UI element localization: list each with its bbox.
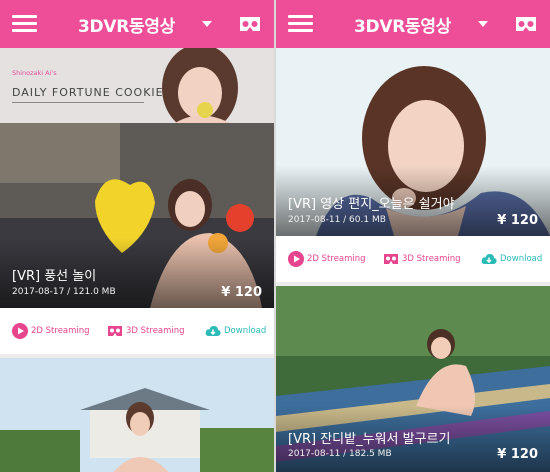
caret-down-icon[interactable] <box>202 21 212 27</box>
video-price: ¥ 120 <box>497 213 538 228</box>
top-bar: 3DVR동영상 <box>276 0 550 48</box>
vr-headset-icon[interactable] <box>514 14 538 34</box>
video-price: ¥ 120 <box>221 285 262 300</box>
banner-divider <box>12 102 144 103</box>
video-meta: 2017-08-17 / 121.0 MB <box>12 287 116 297</box>
video-meta: 2017-08-11 / 182.5 MB <box>288 449 392 459</box>
video-meta: 2017-08-11 / 60.1 MB <box>288 215 386 225</box>
3d-streaming-label: 3D Streaming <box>126 326 185 336</box>
3d-streaming-button[interactable]: 3D Streaming <box>107 321 185 341</box>
house-photo <box>0 358 274 472</box>
app-title-dropdown[interactable]: 3DVR동영상 <box>354 12 451 37</box>
vr-headset-icon <box>108 326 122 336</box>
top-bar: 3DVR동영상 <box>0 0 274 48</box>
download-label: Download <box>224 326 267 336</box>
download-label: Download <box>500 254 543 264</box>
video-actions: 2D Streaming 3D Streaming Download <box>0 308 274 354</box>
app-title-dropdown[interactable]: 3DVR동영상 <box>78 12 175 37</box>
cloud-download-icon <box>205 325 221 336</box>
right-screen: 3DVR동영상 [VR] 영상 편지_오늘은 쉴거야 2017-08-11 / … <box>276 0 550 472</box>
download-button[interactable]: Download <box>205 321 266 341</box>
2d-streaming-label: 2D Streaming <box>31 326 90 336</box>
promo-banner[interactable]: Shinozaki Ai's DAILY FORTUNE COOKIE <box>0 48 274 123</box>
vr-headset-icon[interactable] <box>238 14 262 34</box>
video-thumbnail[interactable]: [VR] 풍선 놀이 2017-08-17 / 121.0 MB ¥ 120 <box>0 123 274 308</box>
banner-subtitle: Shinozaki Ai's <box>12 69 57 77</box>
banner-title: DAILY FORTUNE COOKIE <box>12 86 164 99</box>
2d-streaming-label: 2D Streaming <box>307 254 366 264</box>
vr-headset-icon <box>384 254 398 264</box>
video-thumbnail-next[interactable] <box>0 354 274 472</box>
left-screen: 3DVR동영상 Shinozaki Ai's DAILY FORTUNE COO… <box>0 0 274 472</box>
video-price: ¥ 120 <box>497 447 538 462</box>
3d-streaming-button[interactable]: 3D Streaming <box>383 249 461 269</box>
2d-streaming-button[interactable]: 2D Streaming <box>288 249 366 269</box>
2d-streaming-button[interactable]: 2D Streaming <box>12 321 90 341</box>
play-circle-icon <box>12 323 28 339</box>
video-actions: 2D Streaming 3D Streaming Download <box>276 236 550 282</box>
video-title: [VR] 잔디밭_누워서 발구르기 <box>288 432 451 447</box>
video-thumbnail[interactable]: [VR] 영상 편지_오늘은 쉴거야 2017-08-11 / 60.1 MB … <box>276 48 550 236</box>
cloud-download-icon <box>481 253 497 264</box>
hamburger-menu-icon[interactable] <box>288 15 313 33</box>
app-screens: 3DVR동영상 Shinozaki Ai's DAILY FORTUNE COO… <box>0 0 550 472</box>
play-circle-icon <box>288 251 304 267</box>
hamburger-menu-icon[interactable] <box>12 15 37 33</box>
3d-streaming-label: 3D Streaming <box>402 254 461 264</box>
video-title: [VR] 영상 편지_오늘은 쉴거야 <box>288 197 455 212</box>
caret-down-icon[interactable] <box>478 21 488 27</box>
video-title: [VR] 풍선 놀이 <box>12 269 97 284</box>
download-button[interactable]: Download <box>481 249 542 269</box>
video-thumbnail[interactable]: [VR] 잔디밭_누워서 발구르기 2017-08-11 / 182.5 MB … <box>276 282 550 472</box>
